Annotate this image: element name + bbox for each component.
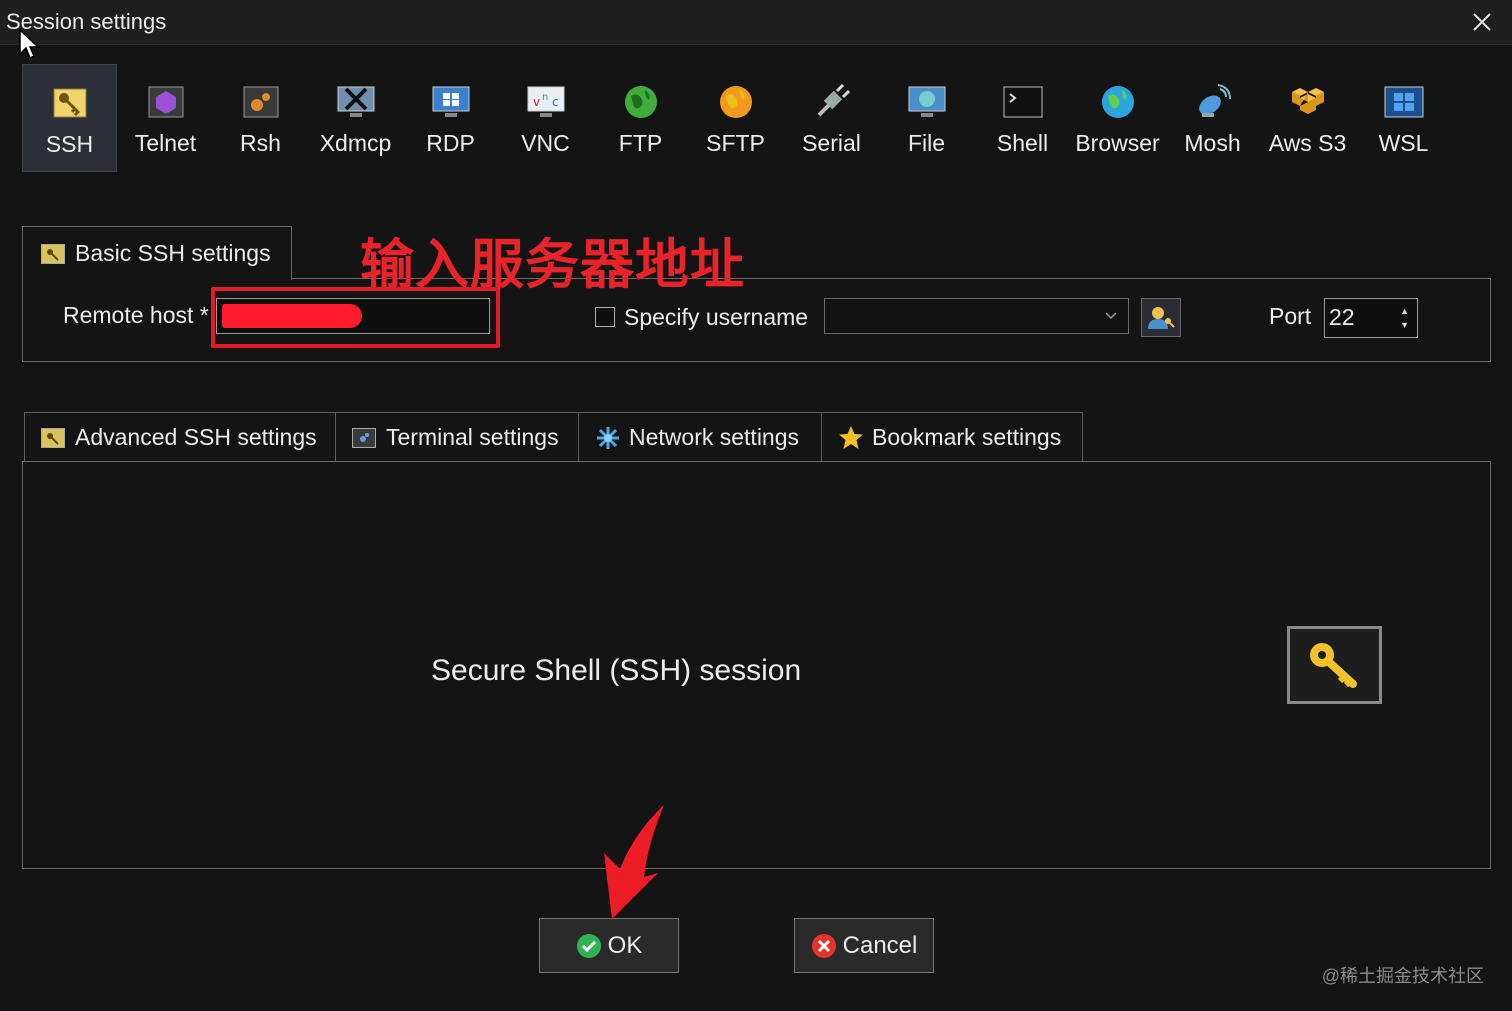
serial-plug-icon	[812, 82, 852, 122]
svg-text:v: v	[533, 95, 540, 109]
spin-arrows-icon[interactable]: ▲ ▼	[1400, 304, 1409, 332]
specify-username-checkbox[interactable]	[595, 307, 615, 327]
tool-label: WSL	[1378, 130, 1429, 156]
tool-aws-s3[interactable]: Aws S3	[1260, 64, 1355, 172]
terminal-icon	[352, 427, 376, 448]
svg-text:n: n	[542, 92, 548, 103]
specify-username-label: Specify username	[624, 304, 809, 330]
tool-label: Telnet	[134, 130, 197, 156]
tool-label: Rsh	[240, 130, 281, 156]
tool-label: SFTP	[706, 130, 765, 156]
mosh-satellite-icon	[1193, 82, 1233, 122]
remote-host-label: Remote host *	[63, 302, 209, 328]
tool-rdp[interactable]: RDP	[403, 64, 498, 172]
tool-label: RDP	[426, 130, 475, 156]
settings-tabs: Advanced SSH settings Terminal settings …	[24, 412, 1083, 462]
tool-ssh[interactable]: SSH	[22, 64, 117, 172]
tool-telnet[interactable]: Telnet	[118, 64, 213, 172]
vnc-icon: vnc	[526, 82, 566, 122]
tool-label: Aws S3	[1268, 130, 1347, 156]
tool-file[interactable]: File	[879, 64, 974, 172]
ftp-globe-icon	[621, 82, 661, 122]
tab-network-settings[interactable]: Network settings	[578, 412, 822, 462]
tool-serial[interactable]: Serial	[784, 64, 879, 172]
ssh-key-icon	[41, 243, 65, 264]
ssh-key-icon	[41, 427, 65, 448]
tool-label: Shell	[996, 130, 1049, 156]
file-monitor-icon	[907, 82, 947, 122]
tool-vnc[interactable]: vnc VNC	[498, 64, 593, 172]
telnet-icon	[146, 82, 186, 122]
port-stepper[interactable]: 22 ▲ ▼	[1324, 298, 1418, 338]
tool-xdmcp[interactable]: Xdmcp	[308, 64, 403, 172]
session-key-icon-box	[1287, 626, 1382, 704]
tool-label: Mosh	[1184, 130, 1241, 156]
tab-terminal-settings[interactable]: Terminal settings	[335, 412, 579, 462]
rsh-icon	[241, 82, 281, 122]
shell-terminal-icon	[1003, 82, 1043, 122]
tool-label: SSH	[45, 131, 94, 157]
tool-label: Xdmcp	[319, 130, 392, 156]
annotation-arrow-icon	[604, 805, 664, 919]
wsl-windows-icon	[1384, 82, 1424, 122]
close-icon[interactable]	[1466, 6, 1498, 38]
tool-label: VNC	[521, 130, 570, 156]
port-label: Port	[1269, 303, 1312, 329]
tool-label: File	[907, 130, 946, 156]
sftp-globe-icon	[716, 82, 756, 122]
bookmark-star-icon	[838, 425, 864, 451]
tab-basic-ssh-settings[interactable]: Basic SSH settings	[22, 226, 292, 280]
tool-label: Browser	[1075, 130, 1160, 156]
cancel-label: Cancel	[842, 931, 918, 959]
watermark-text: @稀土掘金技术社区	[1321, 966, 1484, 986]
title-bar: Session settings	[0, 0, 1512, 45]
tab-label: Advanced SSH settings	[75, 424, 317, 450]
tool-label: Serial	[802, 130, 861, 156]
username-select[interactable]	[824, 298, 1129, 334]
tool-wsl[interactable]: WSL	[1356, 64, 1451, 172]
highlight-frame	[211, 287, 500, 348]
mouse-cursor-icon	[19, 28, 40, 60]
check-icon	[576, 933, 602, 959]
tab-label: Bookmark settings	[872, 424, 1062, 450]
svg-text:c: c	[552, 95, 559, 109]
xdmcp-icon	[336, 82, 376, 122]
ok-label: OK	[607, 931, 643, 959]
tab-advanced-ssh-settings[interactable]: Advanced SSH settings	[24, 412, 336, 462]
chevron-down-icon	[1105, 312, 1117, 320]
tool-ftp[interactable]: FTP	[593, 64, 688, 172]
tool-browser[interactable]: Browser	[1070, 64, 1165, 172]
tab-label: Terminal settings	[386, 424, 559, 450]
tab-bookmark-settings[interactable]: Bookmark settings	[821, 412, 1083, 462]
tab-label: Network settings	[629, 424, 800, 450]
tool-rsh[interactable]: Rsh	[213, 64, 308, 172]
cancel-button[interactable]: Cancel	[794, 918, 934, 973]
tool-shell[interactable]: Shell	[975, 64, 1070, 172]
aws-s3-icon	[1288, 82, 1328, 122]
key-icon	[1309, 643, 1357, 688]
tool-mosh[interactable]: Mosh	[1165, 64, 1260, 172]
user-key-icon	[1148, 306, 1175, 329]
ok-button[interactable]: OK	[539, 918, 679, 973]
ssh-key-icon	[50, 83, 90, 123]
tool-sftp[interactable]: SFTP	[688, 64, 783, 172]
network-star-icon	[595, 425, 621, 451]
session-description: Secure Shell (SSH) session	[431, 654, 802, 687]
user-manager-button[interactable]	[1141, 298, 1181, 337]
cancel-x-icon	[811, 933, 837, 959]
browser-globe-icon	[1098, 82, 1138, 122]
port-value: 22	[1329, 304, 1355, 330]
tab-label: Basic SSH settings	[75, 240, 271, 266]
tool-label: FTP	[618, 130, 663, 156]
rdp-icon	[431, 82, 471, 122]
